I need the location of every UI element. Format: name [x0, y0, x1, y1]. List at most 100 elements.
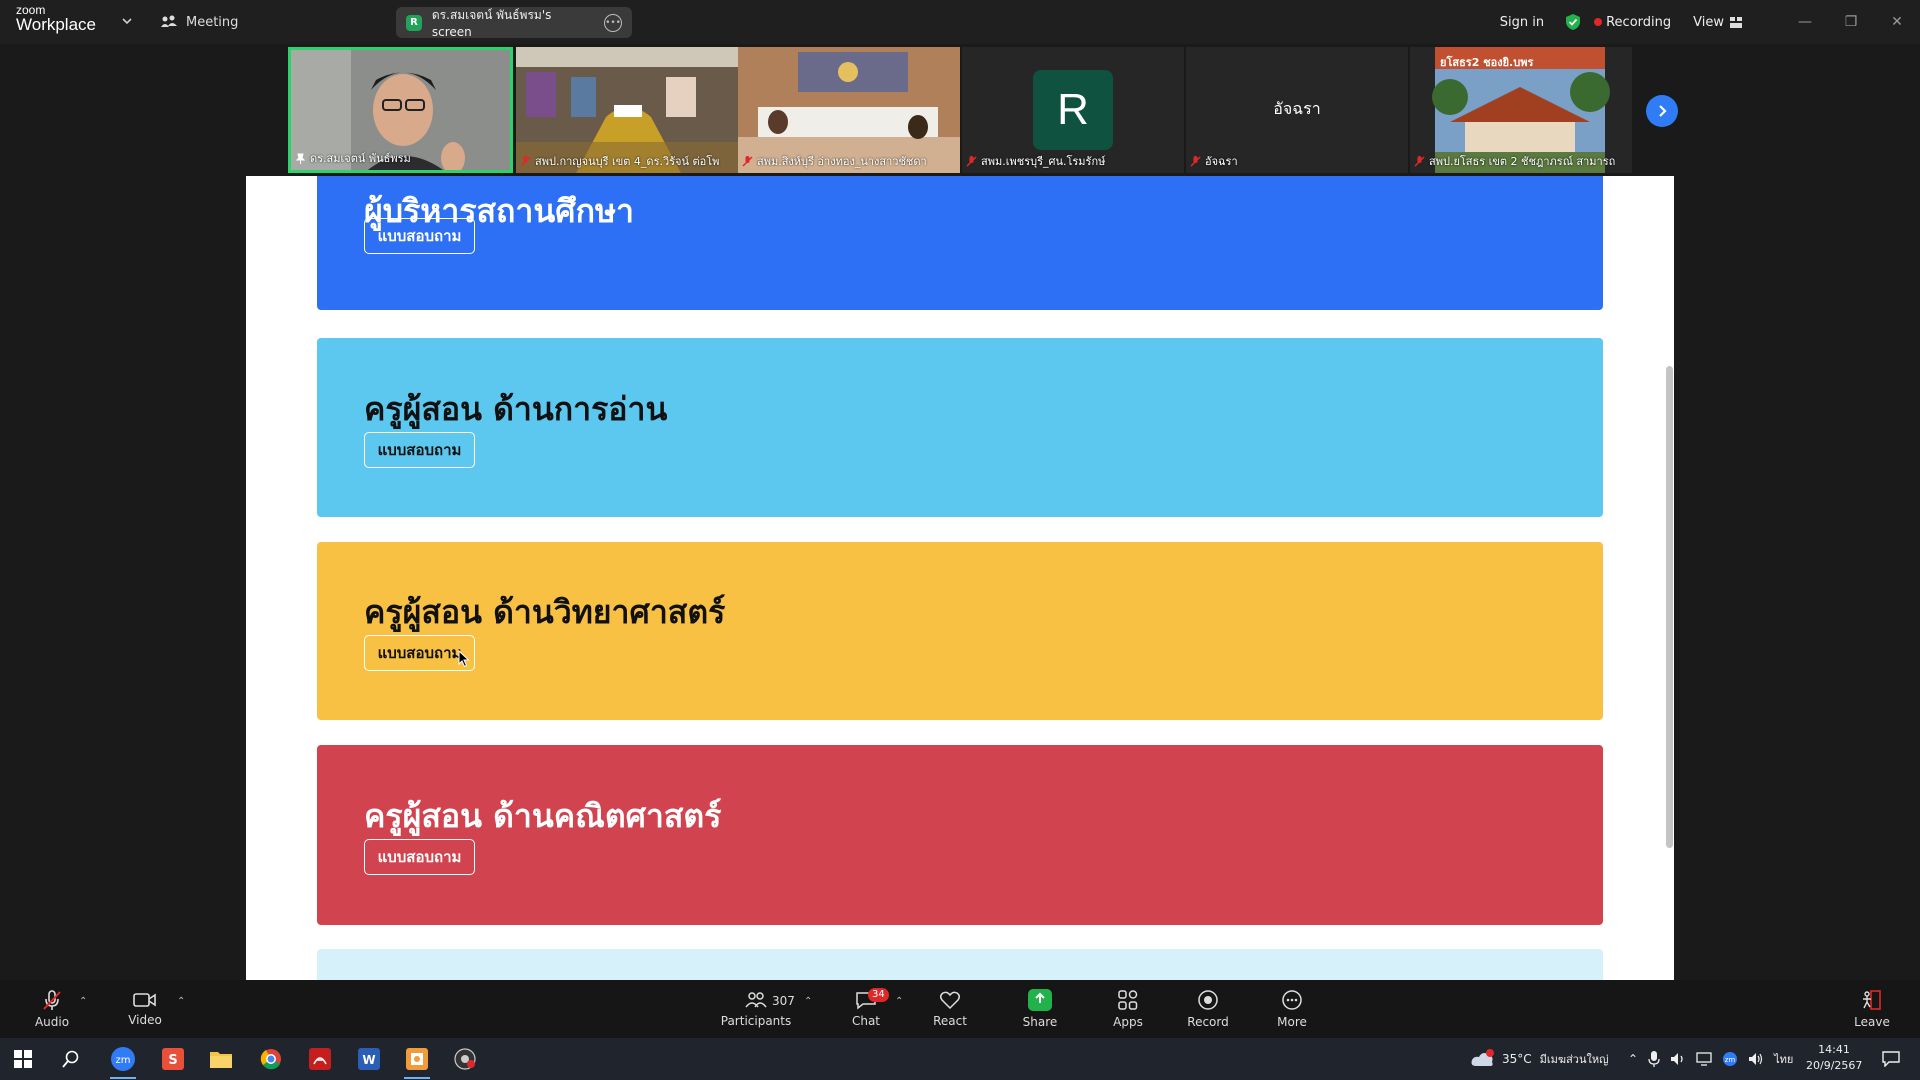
mic-off-icon: [742, 155, 753, 167]
chrome-icon[interactable]: [256, 1044, 286, 1074]
chevron-right-icon: [1659, 105, 1667, 117]
survey-card-math-teachers: ครูผู้สอน ด้านคณิตศาสตร์ แบบสอบถาม: [317, 745, 1603, 925]
recording-indicator[interactable]: Recording: [1594, 15, 1671, 30]
obs-record-icon[interactable]: [450, 1044, 480, 1074]
screen-tab-label: ดร.สมเจตน์ พันธ์พรม's screen: [431, 8, 552, 39]
mic-off-icon: [1190, 155, 1201, 167]
leave-door-icon: [1863, 990, 1881, 1010]
view-button[interactable]: View: [1693, 15, 1742, 30]
svg-text:S: S: [168, 1053, 177, 1068]
shield-icon[interactable]: [1564, 13, 1582, 31]
sign-in-button[interactable]: Sign in: [1500, 15, 1544, 30]
mouse-cursor-icon: [458, 650, 470, 668]
file-explorer-icon[interactable]: [206, 1044, 236, 1074]
more-options-icon[interactable]: •••: [604, 13, 622, 32]
video-strip: ดร.สมเจตน์ พันธ์พรม สพป.กาญจนบุรี เขต 4_…: [0, 44, 1920, 176]
participants-button[interactable]: Participants: [721, 980, 791, 1038]
screen-owner-badge: R: [406, 14, 422, 31]
react-label: React: [933, 1014, 967, 1028]
cloud-icon: [1471, 1049, 1494, 1066]
survey-card-science-teachers: ครูผู้สอน ด้านวิทยาศาสตร์ แบบสอบถาม: [317, 542, 1603, 720]
apps-button[interactable]: Apps: [1110, 980, 1146, 1038]
svg-text:W: W: [362, 1053, 375, 1067]
clock-time: 14:41: [1818, 1043, 1850, 1056]
participant-tile[interactable]: R สพม.เพชรบุรี_ศน.โรมรักษ์: [962, 47, 1184, 173]
mic-off-icon: [520, 155, 531, 167]
acrobat-icon[interactable]: [305, 1044, 335, 1074]
tray-expand-icon[interactable]: ⌃: [1628, 1052, 1638, 1066]
windows-taskbar: zm S W 35°C มีเมฆส่วนใหญ่ ⌃ zm ไทย 14:41…: [0, 1038, 1920, 1080]
video-camera-icon: [133, 993, 156, 1007]
participant-name-text: อัจฉรา: [1205, 155, 1238, 168]
zoom-tray-icon[interactable]: zm: [1722, 1051, 1738, 1067]
survey-button[interactable]: แบบสอบถาม: [364, 432, 475, 468]
audio-button[interactable]: Audio: [32, 980, 72, 1038]
record-button[interactable]: Record: [1187, 980, 1229, 1038]
participants-icon: [745, 992, 767, 1008]
speaker-icon[interactable]: [1670, 1052, 1686, 1066]
microphone-icon[interactable]: [1648, 1051, 1660, 1067]
weather-temp: 35°C: [1502, 1052, 1532, 1066]
participant-name-text: สพม.เพชรบุรี_ศน.โรมรักษ์: [981, 155, 1106, 168]
participant-name-text: สพป.ยโสธร เขต 2 ชัชฎาภรณ์ สามารถ: [1429, 155, 1616, 168]
video-overlay-text: ยโสธร2 ชองยิ.บพร: [1440, 56, 1534, 69]
survey-button[interactable]: แบบสอบถาม: [364, 839, 475, 875]
meeting-button[interactable]: Meeting: [160, 10, 238, 34]
audio-options-caret-icon[interactable]: ⌃: [79, 996, 87, 1007]
maximize-icon[interactable]: ❐: [1828, 0, 1874, 44]
weather-widget[interactable]: 35°C มีเมฆส่วนใหญ่: [1470, 1038, 1609, 1080]
scrollbar[interactable]: [1666, 366, 1673, 848]
participants-options-caret-icon[interactable]: ⌃: [804, 996, 812, 1007]
video-button[interactable]: Video: [125, 980, 165, 1038]
card-title: ครูผู้สอน ด้านคณิตศาสตร์: [364, 797, 722, 835]
participant-name: ดร.สมเจตน์ พันธ์พรม: [295, 149, 411, 167]
zoom-app-icon[interactable]: zm: [108, 1044, 138, 1079]
next-page-button[interactable]: [1646, 95, 1678, 127]
video-options-caret-icon[interactable]: ⌃: [177, 996, 185, 1007]
svg-text:zm: zm: [116, 1055, 131, 1066]
more-button[interactable]: More: [1274, 980, 1310, 1038]
share-button[interactable]: Share: [1020, 980, 1060, 1038]
network-icon[interactable]: [1696, 1052, 1712, 1066]
mic-muted-icon: [43, 990, 61, 1010]
leave-label: Leave: [1854, 1015, 1890, 1029]
meeting-label: Meeting: [186, 14, 239, 30]
volume-icon[interactable]: [1748, 1052, 1764, 1066]
input-language[interactable]: ไทย: [1774, 1050, 1793, 1068]
participant-tile[interactable]: ดร.สมเจตน์ พันธ์พรม: [288, 47, 513, 173]
record-dot-icon: [1594, 18, 1603, 26]
avatar: R: [1033, 70, 1113, 150]
pin-icon: [295, 153, 306, 164]
shared-screen: ผู้บริหารสถานศึกษา แบบสอบถาม ครูผู้สอน ด…: [246, 176, 1674, 980]
survey-card-administrators: ผู้บริหารสถานศึกษา แบบสอบถาม: [317, 176, 1603, 310]
search-icon[interactable]: [56, 1044, 86, 1074]
slides-app-icon[interactable]: S: [158, 1044, 188, 1074]
chevron-down-icon[interactable]: [120, 14, 134, 28]
participant-name: อัจฉรา: [1190, 152, 1238, 170]
participant-tile[interactable]: ยโสธร2 ชองยิ.บพร สพป.ยโสธร เขต 2 ชัชฎาภร…: [1410, 47, 1632, 173]
record-label: Record: [1187, 1015, 1229, 1029]
participant-tile[interactable]: สพม.สิงห์บุรี อ่างทอง_นางสาวชัชดา: [738, 47, 960, 173]
windows-start-icon[interactable]: [8, 1044, 38, 1074]
survey-card-reading-teachers: ครูผู้สอน ด้านการอ่าน แบบสอบถาม: [317, 338, 1603, 517]
shared-screen-tab[interactable]: R ดร.สมเจตน์ พันธ์พรม's screen •••: [396, 7, 632, 39]
survey-button[interactable]: แบบสอบถาม: [364, 218, 475, 254]
chat-options-caret-icon[interactable]: ⌃: [895, 996, 903, 1007]
participant-tile[interactable]: อัจฉรา อัจฉรา: [1186, 47, 1408, 173]
participant-name-text: ดร.สมเจตน์ พันธ์พรม: [310, 152, 411, 165]
video-label: Video: [128, 1013, 162, 1027]
participant-tile[interactable]: สพป.กาญจนบุรี เขต 4_ดร.วิรัจน์ ต่อโพ: [516, 47, 738, 173]
grid-icon: [1730, 16, 1742, 28]
chat-unread-badge: 34: [868, 988, 889, 1002]
presentation-app-icon[interactable]: [402, 1044, 432, 1079]
clock-date: 20/9/2567: [1806, 1059, 1863, 1072]
system-tray: ⌃ zm ไทย: [1628, 1038, 1793, 1080]
notifications-icon[interactable]: [1876, 1044, 1906, 1074]
leave-button[interactable]: Leave: [1854, 980, 1890, 1038]
react-button[interactable]: React: [932, 980, 968, 1038]
apps-icon: [1118, 990, 1138, 1010]
system-clock[interactable]: 14:41 20/9/2567: [1806, 1042, 1862, 1074]
word-icon[interactable]: W: [354, 1044, 384, 1074]
minimize-icon[interactable]: —: [1782, 0, 1828, 44]
close-icon[interactable]: ✕: [1874, 0, 1920, 44]
